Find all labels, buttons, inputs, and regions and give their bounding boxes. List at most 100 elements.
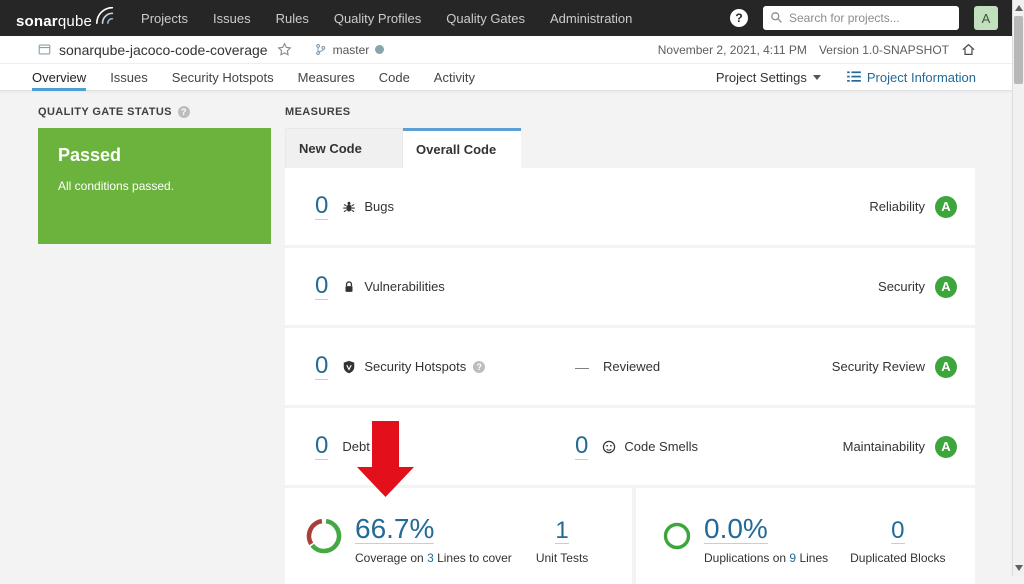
debt-value-link[interactable]: 0 <box>315 433 328 459</box>
favorite-star-icon[interactable] <box>277 42 292 57</box>
reviewed-label: Reviewed <box>603 359 660 374</box>
security-review-rating-group: Security Review A <box>832 356 957 378</box>
nav-item-projects[interactable]: Projects <box>141 11 188 26</box>
bugs-cell: 0 Bugs <box>315 193 575 219</box>
project-information-button[interactable]: Project Information <box>847 70 976 85</box>
tab-measures[interactable]: Measures <box>298 64 355 91</box>
vertical-scrollbar[interactable] <box>1012 0 1024 576</box>
project-settings-label: Project Settings <box>716 70 807 85</box>
measures-heading: MEASURES <box>285 106 975 118</box>
duplications-lines-link[interactable]: 9 <box>789 551 796 565</box>
duplications-label-prefix: Duplications on <box>704 551 786 565</box>
quality-gate-description: All conditions passed. <box>58 179 251 193</box>
nav-item-rules[interactable]: Rules <box>276 11 309 26</box>
nav-item-quality-gates[interactable]: Quality Gates <box>446 11 525 26</box>
duplications-percent-link[interactable]: 0.0% <box>704 515 768 544</box>
quality-gate-status: Passed <box>58 145 251 166</box>
tab-security-hotspots[interactable]: Security Hotspots <box>172 64 274 91</box>
hotspots-help-icon[interactable]: ? <box>473 361 485 373</box>
vulnerabilities-label: Vulnerabilities <box>364 279 444 294</box>
unit-tests-count-link[interactable]: 1 <box>555 519 568 544</box>
overview-content: QUALITY GATE STATUS ? Passed All conditi… <box>0 91 1012 584</box>
navbar-right: ? A <box>730 6 998 30</box>
measure-row-vulnerabilities: 0 Vulnerabilities Security A <box>285 248 975 325</box>
quality-gate-panel: QUALITY GATE STATUS ? Passed All conditi… <box>38 103 271 244</box>
chevron-down-icon <box>813 75 821 80</box>
duplicated-blocks-count-link[interactable]: 0 <box>891 519 904 544</box>
code-smells-cell: 0 Code Smells <box>575 433 843 459</box>
quality-gate-status-card: Passed All conditions passed. <box>38 128 271 244</box>
scrollbar-down-icon[interactable] <box>1015 565 1023 571</box>
reliability-rating-group: Reliability A <box>869 196 957 218</box>
security-label: Security <box>878 279 925 294</box>
branch-name: master <box>333 43 370 57</box>
branch-icon <box>314 43 327 56</box>
tab-overview[interactable]: Overview <box>32 64 86 91</box>
top-navbar: sonarqube Projects Issues Rules Quality … <box>0 0 1012 36</box>
hotspots-count-link[interactable]: 0 <box>315 353 328 379</box>
vulnerabilities-cell: 0 Vulnerabilities <box>315 273 575 299</box>
maintainability-label: Maintainability <box>843 439 925 454</box>
coverage-card: 66.7% Coverage on 3 Lines to cover 1 Uni… <box>285 488 632 584</box>
tab-activity[interactable]: Activity <box>434 64 475 91</box>
tab-new-code[interactable]: New Code <box>285 128 403 168</box>
nav-item-issues[interactable]: Issues <box>213 11 251 26</box>
user-avatar[interactable]: A <box>974 6 998 30</box>
security-review-label: Security Review <box>832 359 925 374</box>
help-icon[interactable]: ? <box>730 9 748 27</box>
reliability-rating-badge: A <box>935 196 957 218</box>
measures-panel: MEASURES New Code Overall Code 0 <box>285 103 975 584</box>
coverage-label-suffix: Lines to cover <box>437 551 512 565</box>
duplications-label: Duplications on 9 Lines <box>704 551 828 565</box>
nav-item-administration[interactable]: Administration <box>550 11 632 26</box>
debt-label: Debt <box>342 439 369 454</box>
scrollbar-thumb[interactable] <box>1014 16 1023 84</box>
coverage-label: Coverage on 3 Lines to cover <box>355 551 512 565</box>
nav-item-quality-profiles[interactable]: Quality Profiles <box>334 11 421 26</box>
quality-gate-help-icon[interactable]: ? <box>178 106 190 118</box>
hotspots-cell: 0 Security Hotspots ? <box>315 353 575 379</box>
tab-issues[interactable]: Issues <box>110 64 148 91</box>
bug-icon <box>342 200 356 214</box>
measure-row-hotspots: 0 Security Hotspots ? — Reviewed Sec <box>285 328 975 405</box>
security-review-rating-badge: A <box>935 356 957 378</box>
shield-icon <box>342 360 356 374</box>
project-title: sonarqube-jacoco-code-coverage <box>59 42 268 58</box>
project-settings-dropdown[interactable]: Project Settings <box>716 70 821 85</box>
lock-icon <box>342 280 356 294</box>
branch-selector[interactable]: master <box>314 43 385 57</box>
maintainability-rating-badge: A <box>935 436 957 458</box>
sonar-waves-icon <box>95 6 115 29</box>
project-information-label: Project Information <box>867 70 976 85</box>
tab-overall-code[interactable]: Overall Code <box>403 128 521 168</box>
coverage-percent-link[interactable]: 66.7% <box>355 515 434 544</box>
duplications-metric: 0.0% Duplications on 9 Lines <box>704 508 828 565</box>
project-meta: November 2, 2021, 4:11 PM Version 1.0-SN… <box>658 42 976 57</box>
list-icon <box>847 71 861 83</box>
project-nav-tabs: Overview Issues Security Hotspots Measur… <box>0 64 1012 91</box>
project-header-bar: sonarqube-jacoco-code-coverage master No… <box>0 36 1012 64</box>
coverage-lines-link[interactable]: 3 <box>427 551 434 565</box>
analysis-date: November 2, 2021, 4:11 PM <box>658 43 807 57</box>
page: sonarqube Projects Issues Rules Quality … <box>0 0 1012 584</box>
code-smell-icon <box>602 440 616 454</box>
measures-heading-label: MEASURES <box>285 106 351 118</box>
measures-tabs: New Code Overall Code <box>285 128 975 168</box>
code-smells-label: Code Smells <box>624 439 698 454</box>
search-input[interactable] <box>763 6 959 30</box>
home-icon[interactable] <box>961 42 976 57</box>
duplications-label-suffix: Lines <box>799 551 828 565</box>
duplications-card: 0.0% Duplications on 9 Lines 0 Duplicate… <box>636 488 975 584</box>
bugs-count-link[interactable]: 0 <box>315 193 328 219</box>
tab-code[interactable]: Code <box>379 64 410 91</box>
sonarqube-logo[interactable]: sonarqube <box>16 6 115 30</box>
duplications-ring-icon <box>662 521 692 551</box>
scrollbar-up-icon[interactable] <box>1015 5 1023 11</box>
branch-status-icon <box>375 45 384 54</box>
debt-label-wrap: Debt <box>342 439 369 454</box>
maintainability-rating-group: Maintainability A <box>843 436 957 458</box>
vulnerabilities-count-link[interactable]: 0 <box>315 273 328 299</box>
hotspots-reviewed-cell: — Reviewed <box>575 359 832 375</box>
code-smells-count-link[interactable]: 0 <box>575 433 588 459</box>
coverage-donut-icon <box>305 517 343 555</box>
